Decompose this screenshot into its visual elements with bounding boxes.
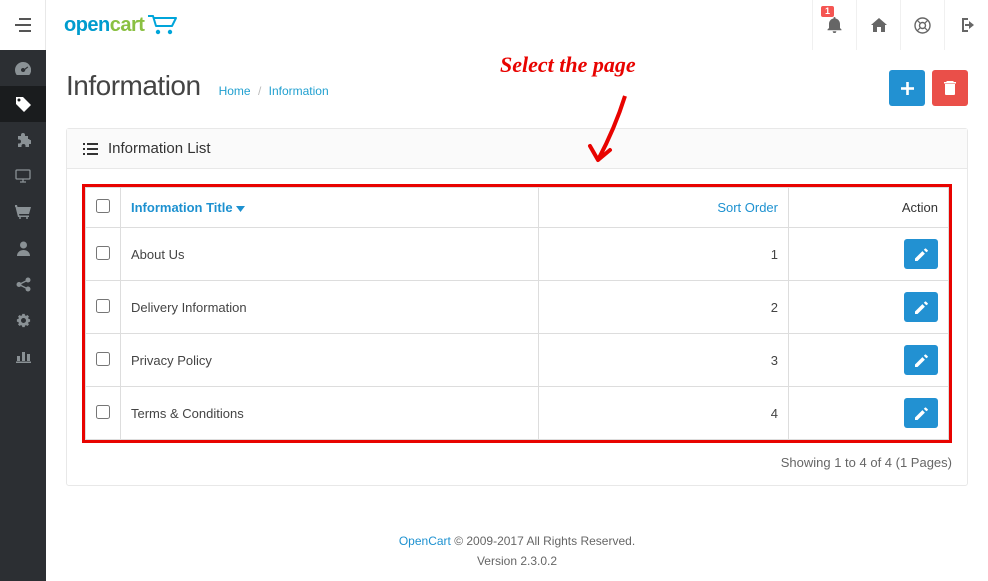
table-row: Delivery Information 2	[86, 281, 949, 334]
row-title: Terms & Conditions	[121, 387, 539, 440]
user-icon	[17, 241, 30, 256]
chart-icon	[16, 350, 31, 363]
sidebar-system[interactable]	[0, 302, 46, 338]
panel-head: Information List	[67, 129, 967, 169]
header-action: Action	[789, 188, 949, 228]
row-title: About Us	[121, 228, 539, 281]
select-all-checkbox[interactable]	[96, 199, 110, 213]
monitor-icon	[15, 169, 31, 183]
row-checkbox[interactable]	[96, 405, 110, 419]
sidebar-reports[interactable]	[0, 338, 46, 374]
breadcrumb-current[interactable]: Information	[269, 84, 329, 98]
pencil-icon	[915, 354, 928, 367]
table-row: About Us 1	[86, 228, 949, 281]
footer: OpenCart © 2009-2017 All Rights Reserved…	[66, 531, 968, 572]
sidebar-marketing[interactable]	[0, 266, 46, 302]
trash-icon	[944, 81, 956, 95]
row-checkbox[interactable]	[96, 246, 110, 260]
puzzle-icon	[16, 133, 31, 148]
gear-icon	[16, 313, 31, 328]
home-button[interactable]	[856, 0, 900, 50]
edit-button[interactable]	[904, 292, 938, 322]
sidebar-design[interactable]	[0, 158, 46, 194]
row-sort-order: 4	[539, 387, 789, 440]
page-title: Information	[66, 70, 201, 102]
logo-text-open: open	[64, 14, 110, 36]
main-content: Information Home / Information Informa	[46, 50, 988, 581]
sort-asc-icon	[236, 206, 245, 212]
table-row: Terms & Conditions 4	[86, 387, 949, 440]
row-sort-order: 3	[539, 334, 789, 387]
help-button[interactable]	[900, 0, 944, 50]
logo-text-cart: cart	[110, 14, 145, 36]
breadcrumb-home[interactable]: Home	[219, 84, 251, 98]
header-left: opencart	[0, 0, 180, 50]
table-wrap: Information Title Sort Order Action Abou…	[82, 184, 952, 443]
menu-toggle-button[interactable]	[0, 0, 46, 50]
footer-brand-link[interactable]: OpenCart	[399, 534, 451, 548]
bell-icon	[827, 17, 842, 33]
notification-count-badge: 1	[821, 6, 834, 17]
pencil-icon	[915, 248, 928, 261]
life-ring-icon	[914, 17, 931, 34]
page-head: Information Home / Information	[66, 70, 968, 106]
add-new-button[interactable]	[889, 70, 925, 106]
header-sort-order[interactable]: Sort Order	[539, 188, 789, 228]
row-checkbox[interactable]	[96, 352, 110, 366]
breadcrumb-separator: /	[258, 84, 261, 98]
logout-icon	[959, 18, 974, 32]
home-icon	[871, 18, 887, 33]
logout-button[interactable]	[944, 0, 988, 50]
information-table: Information Title Sort Order Action Abou…	[85, 187, 949, 440]
delete-button[interactable]	[932, 70, 968, 106]
menu-toggle-icon	[15, 18, 31, 32]
pencil-icon	[915, 407, 928, 420]
edit-button[interactable]	[904, 398, 938, 428]
page-actions	[889, 70, 968, 106]
notifications-button[interactable]: 1	[812, 0, 856, 50]
row-sort-order: 1	[539, 228, 789, 281]
row-checkbox[interactable]	[96, 299, 110, 313]
header-select-all	[86, 188, 121, 228]
results-text: Showing 1 to 4 of 4 (1 Pages)	[82, 455, 952, 470]
panel-body: Information Title Sort Order Action Abou…	[67, 169, 967, 485]
plus-icon	[901, 82, 914, 95]
breadcrumb: Home / Information	[219, 84, 329, 98]
header: opencart 1	[0, 0, 988, 50]
header-right: 1	[812, 0, 988, 50]
cart-icon	[15, 205, 31, 219]
sidebar-sales[interactable]	[0, 194, 46, 230]
panel-title: Information List	[108, 140, 211, 157]
sidebar-extensions[interactable]	[0, 122, 46, 158]
footer-version: Version 2.3.0.2	[66, 551, 968, 571]
pencil-icon	[915, 301, 928, 314]
logo[interactable]: opencart	[46, 14, 180, 37]
tag-icon	[16, 97, 31, 112]
cart-icon	[146, 14, 180, 36]
sidebar	[0, 50, 46, 581]
share-icon	[16, 277, 31, 292]
sidebar-dashboard[interactable]	[0, 50, 46, 86]
sidebar-catalog[interactable]	[0, 86, 46, 122]
sidebar-customers[interactable]	[0, 230, 46, 266]
row-title: Delivery Information	[121, 281, 539, 334]
panel: Information List Information Title Sort …	[66, 128, 968, 486]
row-title: Privacy Policy	[121, 334, 539, 387]
table-row: Privacy Policy 3	[86, 334, 949, 387]
row-sort-order: 2	[539, 281, 789, 334]
list-icon	[83, 143, 98, 155]
dashboard-icon	[15, 62, 31, 75]
edit-button[interactable]	[904, 345, 938, 375]
edit-button[interactable]	[904, 239, 938, 269]
footer-rights: © 2009-2017 All Rights Reserved.	[451, 534, 635, 548]
header-title[interactable]: Information Title	[121, 188, 539, 228]
